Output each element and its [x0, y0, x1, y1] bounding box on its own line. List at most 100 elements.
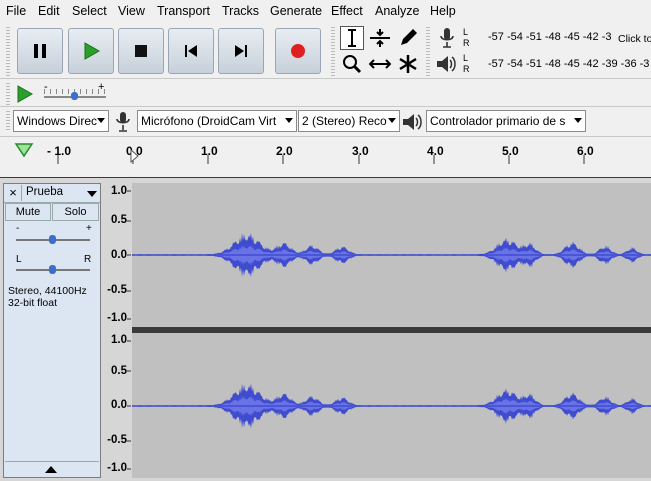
menu-tracks[interactable]: Tracks [222, 4, 259, 18]
toolbar-grip[interactable] [6, 27, 10, 77]
playback-meter-button[interactable] [435, 52, 459, 76]
audio-host-select[interactable]: Windows Direc [13, 110, 109, 132]
menu-view[interactable]: View [118, 4, 145, 18]
envelope-tool[interactable] [368, 26, 392, 50]
output-device-select[interactable]: Controlador primario de s [426, 110, 586, 132]
pause-button[interactable] [17, 28, 63, 74]
input-device-select[interactable]: Micrófono (DroidCam Virt [137, 110, 297, 132]
ibeam-icon [348, 29, 356, 47]
play-icon [84, 42, 100, 60]
vscale-label: 1.0 [111, 334, 127, 346]
record-button[interactable] [275, 28, 321, 74]
pencil-icon [401, 29, 417, 45]
record-icon [291, 44, 305, 58]
skip-start-icon [185, 45, 197, 57]
vscale-ticks [127, 190, 131, 470]
playback-meter-scale[interactable]: -57 -54 -51 -48 -45 -42 -39 -36 -3 [488, 58, 649, 70]
input-device-value: Micrófono (DroidCam Virt [141, 114, 277, 128]
record-meter-button[interactable] [435, 26, 459, 50]
stop-icon [135, 45, 147, 57]
chevron-down-icon[interactable] [87, 191, 97, 197]
play-button[interactable] [68, 28, 114, 74]
track-format-info: Stereo, 44100Hz [8, 285, 87, 297]
vscale-label: 0.5 [111, 365, 127, 377]
selection-tool[interactable] [340, 26, 364, 50]
vscale-label: -1.0 [107, 312, 127, 324]
menu-help[interactable]: Help [430, 4, 456, 18]
menu-transport[interactable]: Transport [157, 4, 210, 18]
menu-file[interactable]: File [6, 4, 26, 18]
skip-end-icon [235, 45, 247, 57]
input-channels-value: 2 (Stereo) Reco [302, 114, 387, 128]
mute-button[interactable]: Mute [5, 203, 51, 221]
toolbar-grip[interactable] [6, 111, 10, 131]
microphone-icon [440, 28, 454, 48]
toolbar-divider [0, 106, 651, 107]
vscale-label: -0.5 [107, 284, 127, 296]
chevron-down-icon [574, 118, 582, 123]
chevron-down-icon [388, 118, 396, 123]
waveform-channel-right[interactable] [132, 333, 651, 478]
output-device-value: Controlador primario de s [430, 114, 566, 128]
track-close-button[interactable]: × [5, 185, 22, 201]
meter-right-label: R [463, 64, 470, 74]
pan-right-label: R [84, 254, 92, 265]
menu-bar: File Edit Select View Transport Tracks G… [0, 0, 651, 22]
menu-edit[interactable]: Edit [38, 4, 60, 18]
track-control-panel: × Prueba Mute Solo - + L R Stereo, 44100… [3, 183, 101, 478]
stop-button[interactable] [118, 28, 164, 74]
menu-effect[interactable]: Effect [331, 4, 363, 18]
skip-to-start-button[interactable] [168, 28, 214, 74]
collapse-track-button[interactable] [5, 461, 99, 477]
gain-slider-thumb[interactable] [49, 235, 56, 244]
record-meter-hint[interactable]: Click to [617, 33, 651, 45]
toolbar-grip[interactable] [426, 27, 430, 77]
gain-minus-label: - [16, 223, 20, 234]
draw-tool[interactable] [396, 26, 420, 50]
chevron-down-icon [97, 118, 105, 123]
double-arrow-icon [369, 59, 391, 69]
waveform-left[interactable] [132, 183, 651, 327]
menu-generate[interactable]: Generate [270, 4, 322, 18]
time-shift-tool[interactable] [368, 52, 392, 76]
menu-select[interactable]: Select [72, 4, 107, 18]
vscale-label: 1.0 [111, 185, 127, 197]
speed-slider-thumb[interactable] [71, 92, 78, 100]
gain-plus-label: + [86, 223, 92, 234]
vscale-label: -1.0 [107, 462, 127, 474]
ruler-gap [0, 164, 651, 178]
waveform-channel-left[interactable] [132, 183, 651, 327]
play-icon [17, 85, 34, 103]
meter-left-label: L [463, 27, 469, 37]
meter-left-label: L [463, 53, 469, 63]
skip-to-end-button[interactable] [218, 28, 264, 74]
envelope-icon [370, 29, 390, 47]
toolbar-grip[interactable] [6, 83, 10, 105]
track-name-menu[interactable]: Prueba [26, 186, 63, 198]
zoom-tool[interactable] [340, 52, 364, 76]
toolbar-grip[interactable] [331, 27, 335, 77]
microphone-icon [116, 112, 130, 132]
playhead-marker-icon[interactable] [130, 149, 140, 163]
chevron-up-icon [45, 466, 57, 473]
audio-host-value: Windows Direc [17, 114, 98, 128]
toolbar-divider [0, 78, 651, 79]
chevron-down-icon [285, 118, 293, 123]
output-device-icon [402, 112, 424, 135]
play-at-speed-button[interactable] [15, 84, 35, 104]
menu-analyze[interactable]: Analyze [375, 4, 419, 18]
input-channels-select[interactable]: 2 (Stereo) Reco [298, 110, 400, 132]
record-meter-scale[interactable]: -57 -54 -51 -48 -45 -42 -3 [488, 31, 612, 43]
meter-right-label: R [463, 38, 470, 48]
vertical-scale[interactable]: 1.0 0.5 0.0 -0.5 -1.0 1.0 0.5 0.0 -0.5 -… [101, 183, 131, 478]
speaker-icon [437, 56, 456, 72]
solo-button[interactable]: Solo [52, 203, 99, 221]
vscale-label: 0.0 [111, 399, 127, 411]
vscale-label: 0.0 [111, 249, 127, 261]
speaker-icon [403, 114, 422, 130]
asterisk-icon [399, 55, 417, 73]
pan-slider-thumb[interactable] [49, 265, 56, 274]
waveform-right[interactable] [132, 333, 651, 478]
timeline-ruler[interactable]: - 1.0 0.0 1.0 2.0 3.0 4.0 5.0 6.0 [0, 136, 651, 165]
multi-tool[interactable] [396, 52, 420, 76]
